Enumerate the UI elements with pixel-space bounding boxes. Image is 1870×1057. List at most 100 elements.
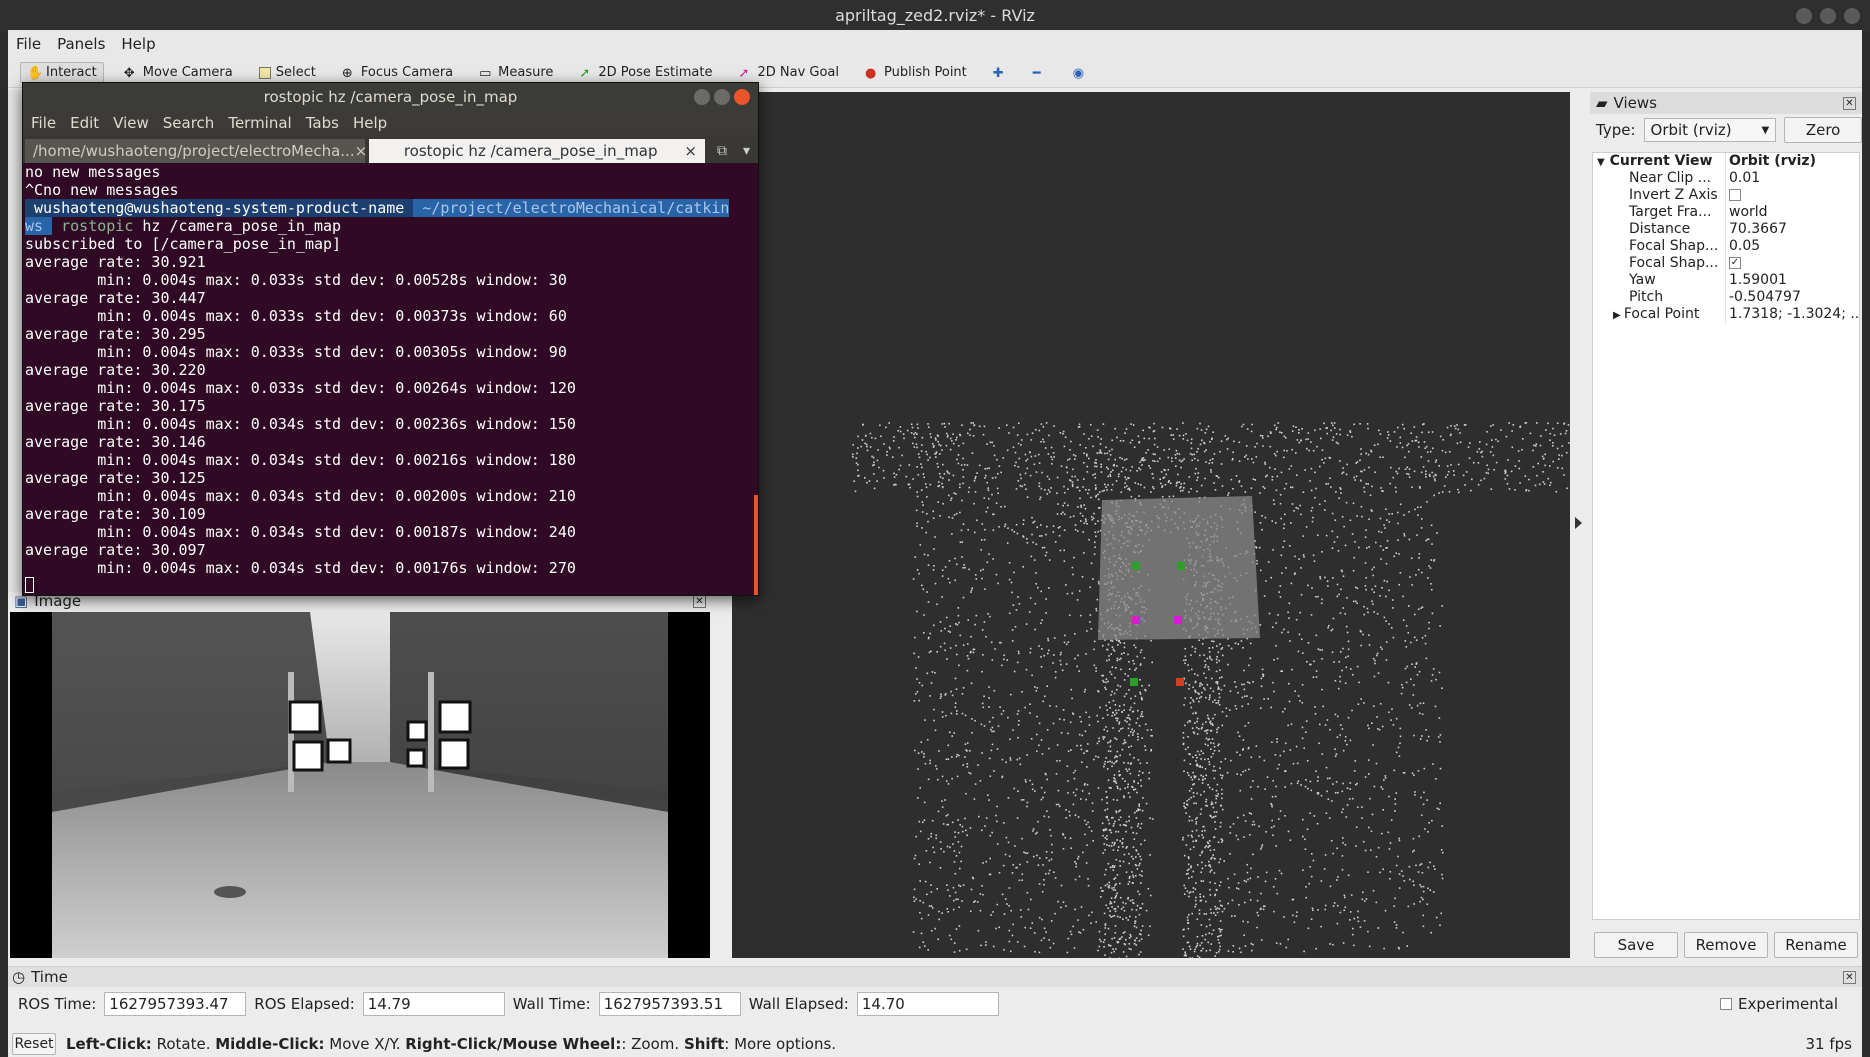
measure-tool[interactable]: ▭ Measure — [473, 63, 559, 82]
terminal-scrollbar[interactable] — [754, 495, 758, 595]
cloud-point — [1102, 890, 1104, 892]
tab-menu-chevron-icon[interactable]: ▾ — [743, 143, 750, 159]
property-row[interactable]: Target Fra... world — [1593, 204, 1859, 221]
experimental-toggle[interactable]: Experimental — [1719, 995, 1838, 1013]
property-row[interactable]: Invert Z Axis — [1593, 187, 1859, 204]
remove-view-button[interactable]: Remove — [1684, 932, 1768, 958]
expand-arrow-icon[interactable]: ▼ — [1597, 157, 1605, 168]
cloud-point — [1093, 553, 1096, 555]
save-view-button[interactable]: Save — [1594, 932, 1678, 958]
cloud-point — [1342, 749, 1345, 752]
reset-button[interactable]: Reset — [12, 1032, 56, 1055]
terminal-menu-file[interactable]: File — [31, 114, 56, 132]
terminal-menu-view[interactable]: View — [113, 114, 149, 132]
cloud-point — [1256, 926, 1258, 929]
property-row[interactable]: Pitch -0.504797 — [1593, 289, 1859, 306]
property-row[interactable]: Focal Shap... 0.05 — [1593, 238, 1859, 255]
remove-tool-button[interactable]: ━ — [1027, 64, 1053, 82]
expand-arrow-icon[interactable]: ▶ — [1613, 310, 1624, 321]
cloud-point — [1104, 483, 1106, 486]
select-tool[interactable]: Select — [253, 63, 322, 82]
maximize-icon[interactable] — [714, 89, 730, 105]
menu-help[interactable]: Help — [121, 35, 155, 53]
close-panel-icon[interactable]: ✕ — [1843, 96, 1856, 110]
terminal-menu-help[interactable]: Help — [353, 114, 387, 132]
close-icon[interactable] — [1844, 8, 1860, 24]
minimize-icon[interactable] — [694, 89, 710, 105]
close-tab-icon[interactable]: × — [355, 142, 368, 160]
property-row[interactable]: Near Clip ... 0.01 — [1593, 170, 1859, 187]
cloud-point — [1369, 797, 1371, 800]
terminal-menu-terminal[interactable]: Terminal — [228, 114, 291, 132]
cloud-point — [1083, 504, 1085, 506]
wall-elapsed-field[interactable]: 14.70 — [856, 992, 999, 1016]
cloud-point — [1090, 628, 1093, 630]
property-row[interactable]: ▶ Focal Point 1.7318; -1.3024; ... — [1593, 306, 1859, 323]
views-splitter[interactable] — [1570, 92, 1590, 958]
property-row[interactable]: Yaw 1.59001 — [1593, 272, 1859, 289]
view-options-button[interactable]: ◉ — [1067, 64, 1093, 82]
property-value[interactable]: 1.59001 — [1726, 272, 1859, 289]
cloud-point — [1359, 459, 1361, 462]
cloud-point — [1109, 475, 1112, 478]
terminal-output[interactable]: no new messages ^Cno new messages wushaot… — [23, 163, 758, 595]
menu-panels[interactable]: Panels — [57, 35, 105, 53]
add-tool-button[interactable]: ✚ — [987, 64, 1013, 82]
rename-view-button[interactable]: Rename — [1774, 932, 1858, 958]
terminal-menu-search[interactable]: Search — [163, 114, 215, 132]
ros-time-field[interactable]: 1627957393.47 — [104, 992, 247, 1016]
cloud-point — [1024, 706, 1026, 709]
terminal-menu-tabs[interactable]: Tabs — [306, 114, 339, 132]
tag-marker — [1174, 616, 1182, 624]
zero-button[interactable]: Zero — [1784, 117, 1862, 143]
cloud-point — [1408, 511, 1410, 513]
cloud-point — [1195, 760, 1197, 762]
property-value[interactable]: 70.3667 — [1726, 221, 1859, 238]
property-value[interactable]: 1.7318; -1.3024; ... — [1726, 306, 1859, 323]
nav-goal-tool[interactable]: ➚ 2D Nav Goal — [732, 63, 845, 82]
cloud-point — [1147, 934, 1150, 937]
3d-viewport[interactable] — [732, 92, 1570, 958]
experimental-checkbox[interactable] — [1719, 998, 1732, 1010]
cloud-point — [1310, 875, 1313, 878]
property-value[interactable]: 0.05 — [1726, 238, 1859, 255]
menu-file[interactable]: File — [16, 35, 41, 53]
terminal-window[interactable]: rostopic hz /camera_pose_in_map File Edi… — [22, 82, 759, 596]
property-checkbox[interactable]: ✓ — [1729, 257, 1741, 269]
collapse-arrow-icon[interactable] — [1575, 517, 1582, 529]
terminal-tab[interactable]: /home/wushaoteng/project/electroMecha...… — [25, 139, 368, 163]
pose-estimate-tool[interactable]: ➚ 2D Pose Estimate — [573, 63, 718, 82]
cloud-point — [1107, 680, 1109, 683]
wall-time-field[interactable]: 1627957393.51 — [598, 992, 741, 1016]
property-value[interactable]: -0.504797 — [1726, 289, 1859, 306]
close-panel-icon[interactable]: ✕ — [693, 594, 706, 608]
property-row[interactable]: Distance 70.3667 — [1593, 221, 1859, 238]
move-camera-tool[interactable]: ✥ Move Camera — [118, 63, 239, 82]
focus-camera-tool[interactable]: ⊕ Focus Camera — [336, 63, 459, 82]
new-tab-icon[interactable]: ⧉ — [717, 143, 727, 159]
terminal-tab-active[interactable]: rostopic hz /camera_pose_in_map × — [369, 139, 705, 163]
cloud-point — [1363, 605, 1365, 608]
ros-elapsed-field[interactable]: 14.79 — [362, 992, 505, 1016]
close-panel-icon[interactable]: ✕ — [1843, 970, 1856, 984]
property-row[interactable]: Focal Shap... ✓ — [1593, 255, 1859, 272]
cloud-point — [1431, 674, 1434, 676]
terminal-menu-edit[interactable]: Edit — [70, 114, 99, 132]
property-checkbox[interactable] — [1729, 189, 1741, 201]
cloud-point — [955, 855, 958, 857]
interact-tool[interactable]: ✋ Interact — [20, 62, 104, 83]
current-view-row[interactable]: ▼ Current View Orbit (rviz) — [1593, 153, 1859, 170]
property-value[interactable]: world — [1726, 204, 1859, 221]
minimize-icon[interactable] — [1796, 8, 1812, 24]
property-value[interactable]: 0.01 — [1726, 170, 1859, 187]
close-tab-icon[interactable]: × — [684, 142, 697, 160]
publish-point-tool[interactable]: ● Publish Point — [859, 63, 973, 82]
view-type-select[interactable]: Orbit (rviz) ▼ — [1643, 118, 1777, 142]
maximize-icon[interactable] — [1820, 8, 1836, 24]
cloud-point — [1099, 706, 1101, 709]
close-icon[interactable] — [734, 89, 750, 105]
cloud-point — [1135, 722, 1138, 724]
cloud-point — [1422, 890, 1425, 893]
cloud-point — [1543, 483, 1546, 485]
cloud-point — [946, 908, 949, 910]
